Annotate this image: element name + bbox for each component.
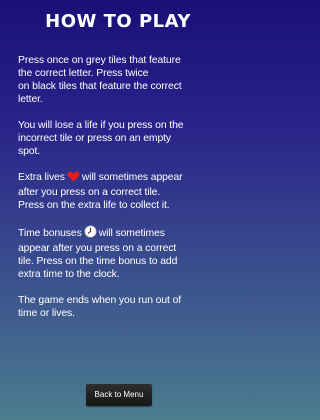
instruction-game-end: The game ends when you run out of time o… [18,295,182,319]
heart-icon [67,171,80,186]
instruction-lose-life: You will lose a life if you press on the… [18,120,184,157]
time-bonus-trailing: will sometimes [98,228,165,239]
extra-lives-rest: after you press on a correct tile. Press… [18,187,170,211]
instruction-tiles: Press once on grey tiles that feature th… [18,55,182,105]
time-bonus-rest: appear after you press on a correct tile… [18,243,178,280]
page-title: HOW TO PLAY [45,11,191,32]
instructions: Press once on grey tiles that feature th… [18,54,232,333]
time-bonus-label: Time bonuses [18,228,82,239]
instruction-time-bonus: Time bonuses will sometimes appear after … [18,225,232,281]
clock-icon [84,225,97,242]
back-to-menu-button[interactable]: Back to Menu [86,384,152,406]
instruction-extra-lives: Extra lives will sometimes appear after y… [18,171,232,212]
extra-lives-trailing: will sometimes appear [81,172,183,183]
extra-lives-label: Extra lives [18,172,65,183]
